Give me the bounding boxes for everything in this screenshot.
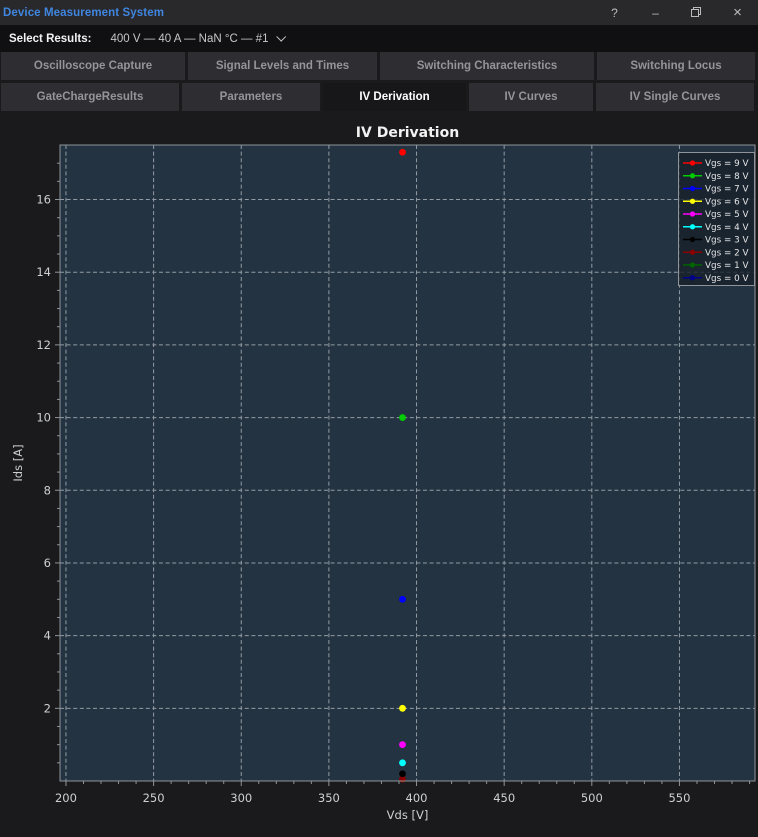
legend-marker — [689, 211, 696, 217]
legend-marker — [689, 185, 696, 192]
point-vgs-9-v — [399, 148, 406, 156]
results-label: Select Results: — [9, 32, 92, 45]
legend-label: Vgs = 9 V — [705, 159, 749, 169]
svg-text:350: 350 — [318, 791, 340, 805]
chevron-down-icon — [276, 31, 287, 42]
legend-label: Vgs = 0 V — [705, 274, 749, 284]
point-vgs-4-v — [399, 759, 406, 767]
legend-marker — [689, 249, 696, 255]
tab-iv-derivation[interactable]: IV Derivation — [323, 83, 466, 111]
tab-switching-locus[interactable]: Switching Locus — [597, 52, 755, 80]
tab-signal-levels-and-times[interactable]: Signal Levels and Times — [188, 52, 377, 80]
x-axis-label: Vds [V] — [387, 808, 429, 822]
legend-marker — [689, 236, 696, 243]
tab-parameters[interactable]: Parameters — [182, 83, 320, 111]
legend-marker — [689, 262, 696, 268]
svg-text:16: 16 — [36, 193, 51, 207]
legend: Vgs = 9 V Vgs = 8 V Vgs = 7 V Vgs = 6 V Vgs … — [678, 152, 755, 286]
legend-marker — [689, 275, 696, 281]
tab-iv-single-curves[interactable]: IV Single Curves — [596, 83, 754, 111]
restore-icon — [691, 7, 701, 17]
close-button[interactable]: × — [717, 0, 758, 25]
svg-text:2: 2 — [44, 701, 51, 715]
tab-row-2: GateChargeResults Parameters IV Derivation… — [1, 83, 755, 111]
point-vgs-5-v — [399, 741, 406, 749]
y-axis-label: Ids [A] — [11, 444, 25, 481]
legend-marker — [689, 160, 696, 166]
legend-label: Vgs = 8 V — [705, 172, 749, 182]
tab-gatechargeresults[interactable]: GateChargeResults — [1, 83, 179, 111]
legend-marker — [689, 198, 696, 204]
svg-text:8: 8 — [44, 483, 51, 497]
minimize-button[interactable]: – — [635, 0, 676, 25]
plot-area — [60, 145, 755, 781]
legend-label: Vgs = 6 V — [705, 197, 749, 207]
legend-label: Vgs = 7 V — [705, 185, 749, 195]
legend-marker — [689, 224, 696, 230]
results-select[interactable]: 400 V — 40 A — NaN °C — #1 — [110, 31, 287, 45]
window-title: Device Measurement System — [3, 6, 165, 19]
svg-text:400: 400 — [406, 791, 428, 805]
legend-label: Vgs = 3 V — [705, 236, 749, 246]
point-vgs-7-v — [399, 595, 406, 603]
legend-label: Vgs = 4 V — [705, 223, 749, 233]
point-vgs-6-v — [399, 704, 406, 712]
results-selected-value: 400 V — 40 A — NaN °C — #1 — [110, 32, 269, 45]
legend-marker — [689, 173, 696, 179]
tab-iv-curves[interactable]: IV Curves — [469, 83, 593, 111]
svg-text:6: 6 — [44, 556, 51, 570]
tab-switching-characteristics[interactable]: Switching Characteristics — [380, 52, 594, 80]
svg-text:500: 500 — [581, 791, 603, 805]
svg-text:10: 10 — [36, 411, 51, 425]
point-vgs-3-v — [399, 770, 406, 778]
window-controls: ? – × — [594, 0, 758, 25]
titlebar: Device Measurement System ? – × — [0, 0, 758, 25]
legend-label: Vgs = 2 V — [705, 248, 749, 258]
svg-text:4: 4 — [44, 629, 51, 643]
svg-text:200: 200 — [55, 791, 77, 805]
help-button[interactable]: ? — [594, 0, 635, 25]
chart-title: IV Derivation — [356, 125, 459, 141]
restore-button[interactable] — [676, 0, 717, 25]
tab-row-1: Oscilloscope Capture Signal Levels and Ti… — [1, 52, 755, 80]
svg-text:450: 450 — [493, 791, 515, 805]
point-vgs-8-v — [399, 414, 406, 421]
svg-text:250: 250 — [143, 791, 165, 805]
legend-label: Vgs = 1 V — [705, 261, 749, 271]
legend-label: Vgs = 5 V — [705, 210, 749, 220]
svg-text:300: 300 — [230, 791, 252, 805]
tab-oscilloscope-capture[interactable]: Oscilloscope Capture — [1, 52, 185, 80]
svg-text:550: 550 — [668, 791, 690, 805]
svg-text:12: 12 — [36, 338, 51, 352]
iv-derivation-chart: 200 250 300 350 400 450 500 550 2 4 6 8 10 12 14 16 IV D… — [11, 125, 756, 822]
svg-text:14: 14 — [36, 265, 51, 279]
results-bar: Select Results: 400 V — 40 A — NaN °C — … — [0, 25, 758, 52]
